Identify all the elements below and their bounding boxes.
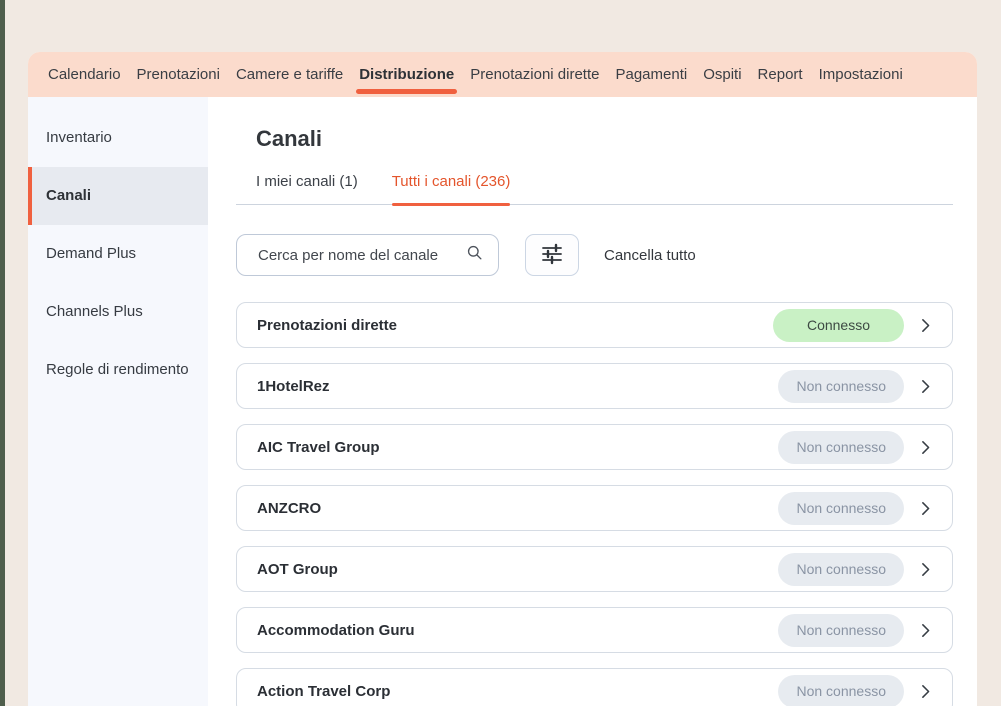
status-badge: Non connesso	[778, 552, 904, 586]
sliders-icon	[539, 243, 565, 268]
sidebar-item-inventario[interactable]: Inventario	[28, 109, 208, 167]
channel-row-anzcro[interactable]: ANZCRO Non connesso	[236, 485, 953, 531]
channel-row-action-travel-corp[interactable]: Action Travel Corp Non connesso	[236, 668, 953, 706]
tab-all-channels[interactable]: Tutti i canali (236)	[391, 173, 510, 206]
search-icon	[465, 243, 484, 267]
nav-item-distribuzione[interactable]: Distribuzione	[351, 52, 462, 97]
nav-item-label: Ospiti	[703, 66, 742, 83]
channel-list: Prenotazioni dirette Connesso 1HotelRez …	[236, 302, 953, 706]
nav-item-pagamenti[interactable]: Pagamenti	[607, 52, 695, 97]
app-body: Inventario Canali Demand Plus Channels Plus…	[28, 97, 977, 706]
sidebar-item-regole-di-rendimento[interactable]: Regole di rendimento	[28, 341, 208, 399]
chevron-right-icon	[915, 498, 936, 519]
chevron-right-icon	[915, 437, 936, 458]
channel-row-aic-travel-group[interactable]: AIC Travel Group Non connesso	[236, 424, 953, 470]
chevron-right-icon	[915, 376, 936, 397]
channel-name: AOT Group	[257, 560, 338, 578]
left-edge-strip	[0, 0, 5, 706]
nav-item-label: Camere e tariffe	[235, 66, 344, 83]
sidebar-item-demand-plus[interactable]: Demand Plus	[28, 225, 208, 283]
nav-item-camere-e-tariffe[interactable]: Camere e tariffe	[228, 52, 351, 97]
nav-item-prenotazioni-dirette[interactable]: Prenotazioni dirette	[462, 52, 607, 97]
status-badge: Connesso	[772, 308, 904, 342]
chevron-right-icon	[915, 620, 936, 641]
search-input[interactable]	[256, 245, 465, 265]
sidebar: Inventario Canali Demand Plus Channels Plus…	[28, 97, 208, 706]
filter-button[interactable]	[525, 234, 579, 276]
main-content: Canali I miei canali (1) Tutti i canali …	[208, 97, 977, 706]
channel-row-accommodation-guru[interactable]: Accommodation Guru Non connesso	[236, 607, 953, 653]
active-nav-underline	[356, 89, 458, 94]
nav-item-label: Prenotazioni dirette	[470, 66, 600, 83]
status-badge: Non connesso	[778, 613, 904, 647]
chevron-right-icon	[915, 559, 936, 580]
nav-item-label: Pagamenti	[615, 66, 688, 83]
page-title: Canali	[256, 126, 323, 151]
status-badge: Non connesso	[778, 430, 904, 464]
sidebar-item-channels-plus[interactable]: Channels Plus	[28, 283, 208, 341]
channel-row-1hotelrez[interactable]: 1HotelRez Non connesso	[236, 363, 953, 409]
channel-name: Accommodation Guru	[257, 621, 415, 639]
channel-row-aot-group[interactable]: AOT Group Non connesso	[236, 546, 953, 592]
app-window: Calendario Prenotazioni Camere e tariffe Di…	[28, 52, 977, 706]
channel-row-prenotazioni-dirette[interactable]: Prenotazioni dirette Connesso	[236, 302, 953, 348]
tabs: I miei canali (1) Tutti i canali (236)	[236, 173, 953, 206]
toolbar: Cancella tutto	[236, 234, 953, 276]
chevron-right-icon	[915, 315, 936, 336]
search-box	[236, 234, 499, 276]
nav-item-calendario[interactable]: Calendario	[40, 52, 129, 97]
nav-item-report[interactable]: Report	[750, 52, 811, 97]
channel-name: Prenotazioni dirette	[257, 316, 398, 334]
nav-item-label: Calendario	[48, 66, 121, 83]
channel-name: AIC Travel Group	[257, 438, 380, 456]
channel-name: 1HotelRez	[257, 377, 330, 395]
nav-item-label: Distribuzione	[359, 66, 455, 83]
nav-item-impostazioni[interactable]: Impostazioni	[811, 52, 911, 97]
sidebar-item-canali[interactable]: Canali	[28, 167, 208, 225]
status-badge: Non connesso	[778, 369, 904, 403]
nav-item-ospiti[interactable]: Ospiti	[695, 52, 749, 97]
top-navigation: Calendario Prenotazioni Camere e tariffe Di…	[28, 52, 977, 97]
nav-item-label: Prenotazioni	[136, 66, 220, 83]
clear-all-button[interactable]: Cancella tutto	[604, 247, 696, 264]
nav-item-label: Impostazioni	[818, 66, 903, 83]
nav-item-label: Report	[757, 66, 803, 83]
tab-my-channels[interactable]: I miei canali (1)	[256, 173, 358, 204]
channel-name: Action Travel Corp	[257, 682, 391, 700]
status-badge: Non connesso	[778, 491, 904, 525]
nav-item-prenotazioni[interactable]: Prenotazioni	[129, 52, 228, 97]
chevron-right-icon	[915, 681, 936, 702]
status-badge: Non connesso	[778, 674, 904, 706]
channel-name: ANZCRO	[257, 499, 322, 517]
